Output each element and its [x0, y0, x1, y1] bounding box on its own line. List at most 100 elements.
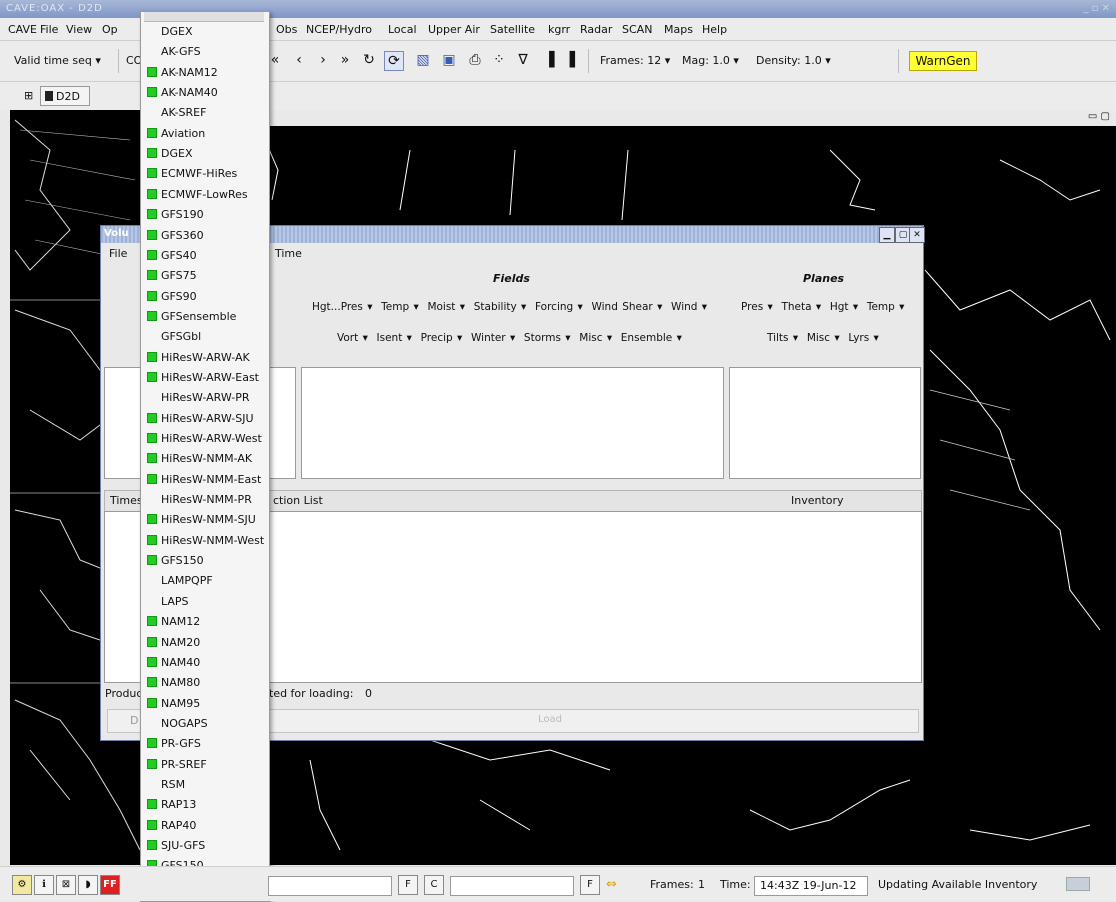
dropdown-item[interactable]: ECMWF-LowRes: [147, 185, 248, 205]
dropdown-item[interactable]: NAM12: [147, 612, 200, 632]
dropdown-item[interactable]: DGEX: [147, 22, 192, 42]
f-button-2[interactable]: F: [580, 875, 600, 895]
info-icon[interactable]: ℹ: [34, 875, 54, 895]
dropdown-item[interactable]: RAP13: [147, 795, 196, 815]
dropdown-item[interactable]: NAM20: [147, 633, 200, 653]
menu-help[interactable]: Help: [702, 23, 727, 36]
field-moist[interactable]: Moist ▾: [427, 301, 465, 313]
valid-time-seq-dropdown[interactable]: Valid time seq ▾: [14, 54, 101, 67]
menu-upper-air[interactable]: Upper Air: [428, 23, 480, 36]
dropdown-item[interactable]: HiResW-NMM-West: [147, 531, 264, 551]
field-storms[interactable]: Storms ▾: [524, 332, 571, 344]
plane-theta[interactable]: Theta ▾: [781, 301, 821, 313]
f-button[interactable]: F: [398, 875, 418, 895]
tab-d2d[interactable]: D2D: [40, 86, 90, 106]
dropdown-item[interactable]: NAM95: [147, 694, 200, 714]
c-button[interactable]: C: [424, 875, 444, 895]
dropdown-item[interactable]: HiResW-NMM-SJU: [147, 510, 256, 530]
image-properties-icon[interactable]: ▧: [414, 51, 432, 69]
dialog-close-button[interactable]: ✕: [909, 227, 925, 243]
field-isent[interactable]: Isent ▾: [377, 332, 412, 344]
panel-split-icon[interactable]: ▌: [566, 51, 584, 69]
dropdown-item[interactable]: ECMWF-HiRes: [147, 164, 237, 184]
load-button[interactable]: Load: [538, 714, 562, 725]
dropdown-item[interactable]: LAPS: [147, 592, 189, 612]
dropdown-item[interactable]: SJU-GFS: [147, 836, 205, 856]
field-wind[interactable]: Wind ▾: [671, 301, 707, 313]
status-input-1[interactable]: [268, 876, 392, 896]
dropdown-item[interactable]: HiResW-ARW-AK: [147, 348, 250, 368]
menu-ncep-hydro[interactable]: NCEP/Hydro: [306, 23, 372, 36]
status-input-2[interactable]: [450, 876, 574, 896]
panel-layout-icon[interactable]: ▐: [540, 51, 558, 69]
dropdown-item[interactable]: PR-SREF: [147, 755, 207, 775]
field-precip[interactable]: Precip ▾: [421, 332, 463, 344]
dropdown-item[interactable]: AK-SREF: [147, 103, 206, 123]
close-panel-icon[interactable]: ⊠: [56, 875, 76, 895]
dropdown-item[interactable]: GFS75: [147, 266, 197, 286]
menu-file[interactable]: File: [40, 23, 58, 36]
dropdown-item[interactable]: RSM: [147, 775, 185, 795]
field-misc[interactable]: Misc ▾: [579, 332, 612, 344]
dialog-menu-file[interactable]: File: [109, 247, 127, 260]
menu-maps[interactable]: Maps: [664, 23, 693, 36]
dropdown-item[interactable]: NOGAPS: [147, 714, 208, 734]
dropdown-item[interactable]: NAM40: [147, 653, 200, 673]
layers-icon[interactable]: ⚙: [12, 875, 32, 895]
field-winter[interactable]: Winter ▾: [471, 332, 515, 344]
window-controls[interactable]: _ ▫ ✕: [1083, 3, 1110, 14]
ff-button[interactable]: FF: [100, 875, 120, 895]
field-stability[interactable]: Stability ▾: [474, 301, 527, 313]
frames-dropdown[interactable]: Frames: 12 ▾: [600, 54, 670, 67]
menu-local[interactable]: Local: [388, 23, 417, 36]
dropdown-item[interactable]: DGEX: [147, 144, 192, 164]
sample-icon[interactable]: ⁘: [490, 51, 508, 69]
plane-pres[interactable]: Pres ▾: [741, 301, 773, 313]
dropdown-item[interactable]: HiResW-NMM-AK: [147, 449, 252, 469]
planes-list[interactable]: [729, 367, 921, 479]
dropdown-item[interactable]: GFS190: [147, 205, 204, 225]
last-frame-icon[interactable]: »: [336, 51, 354, 69]
dropdown-item[interactable]: HiResW-ARW-East: [147, 368, 259, 388]
field-forcing[interactable]: Forcing ▾: [535, 301, 583, 313]
dialog-left-button[interactable]: D: [130, 714, 138, 727]
plane-misc[interactable]: Misc ▾: [807, 332, 840, 344]
fields-list[interactable]: [301, 367, 724, 479]
dropdown-item[interactable]: PR-GFS: [147, 734, 201, 754]
refresh-icon[interactable]: ⟳: [384, 51, 404, 71]
dropdown-item[interactable]: GFSGbl: [147, 327, 201, 347]
plane-tilts[interactable]: Tilts ▾: [767, 332, 798, 344]
dropdown-item[interactable]: HiResW-NMM-East: [147, 470, 261, 490]
dropdown-item[interactable]: GFSensemble: [147, 307, 236, 327]
dropdown-item[interactable]: Aviation: [147, 124, 205, 144]
menu-scan[interactable]: SCAN: [622, 23, 652, 36]
selection-list-column-header[interactable]: ction List: [273, 494, 323, 507]
dialog-menu-time[interactable]: Time: [275, 247, 302, 260]
plane-temp[interactable]: Temp ▾: [867, 301, 905, 313]
menu-obs[interactable]: Obs: [276, 23, 297, 36]
dialog-minimize-button[interactable]: ▁: [879, 227, 895, 243]
dropdown-item[interactable]: AK-NAM12: [147, 63, 218, 83]
dropdown-item[interactable]: AK-NAM40: [147, 83, 218, 103]
image-combine-icon[interactable]: ▣: [440, 51, 458, 69]
menu-kgrr[interactable]: kgrr: [548, 23, 570, 36]
menu-options[interactable]: Op: [102, 23, 118, 36]
prev-frame-icon[interactable]: ‹: [290, 51, 308, 69]
warngen-button[interactable]: WarnGen: [909, 51, 977, 71]
dropdown-item[interactable]: HiResW-ARW-PR: [147, 388, 250, 408]
plane-lyrs[interactable]: Lyrs ▾: [848, 332, 879, 344]
dropdown-item[interactable]: LAMPQPF: [147, 571, 213, 591]
dropdown-item[interactable]: AK-GFS: [147, 42, 201, 62]
dropdown-item[interactable]: GFS40: [147, 246, 197, 266]
times-column-header[interactable]: Times: [110, 494, 143, 507]
dropdown-item[interactable]: GFS90: [147, 287, 197, 307]
toggle-icon[interactable]: ∇: [514, 51, 532, 69]
dropdown-item[interactable]: RAP40: [147, 816, 196, 836]
mag-dropdown[interactable]: Mag: 1.0 ▾: [682, 54, 739, 67]
menu-satellite[interactable]: Satellite: [490, 23, 535, 36]
plane-hgt[interactable]: Hgt ▾: [830, 301, 858, 313]
print-icon[interactable]: ⎙: [466, 51, 484, 69]
dropdown-item[interactable]: HiResW-NMM-PR: [147, 490, 252, 510]
dropdown-item[interactable]: GFS150: [147, 551, 204, 571]
loop-icon[interactable]: ↻: [360, 51, 378, 69]
